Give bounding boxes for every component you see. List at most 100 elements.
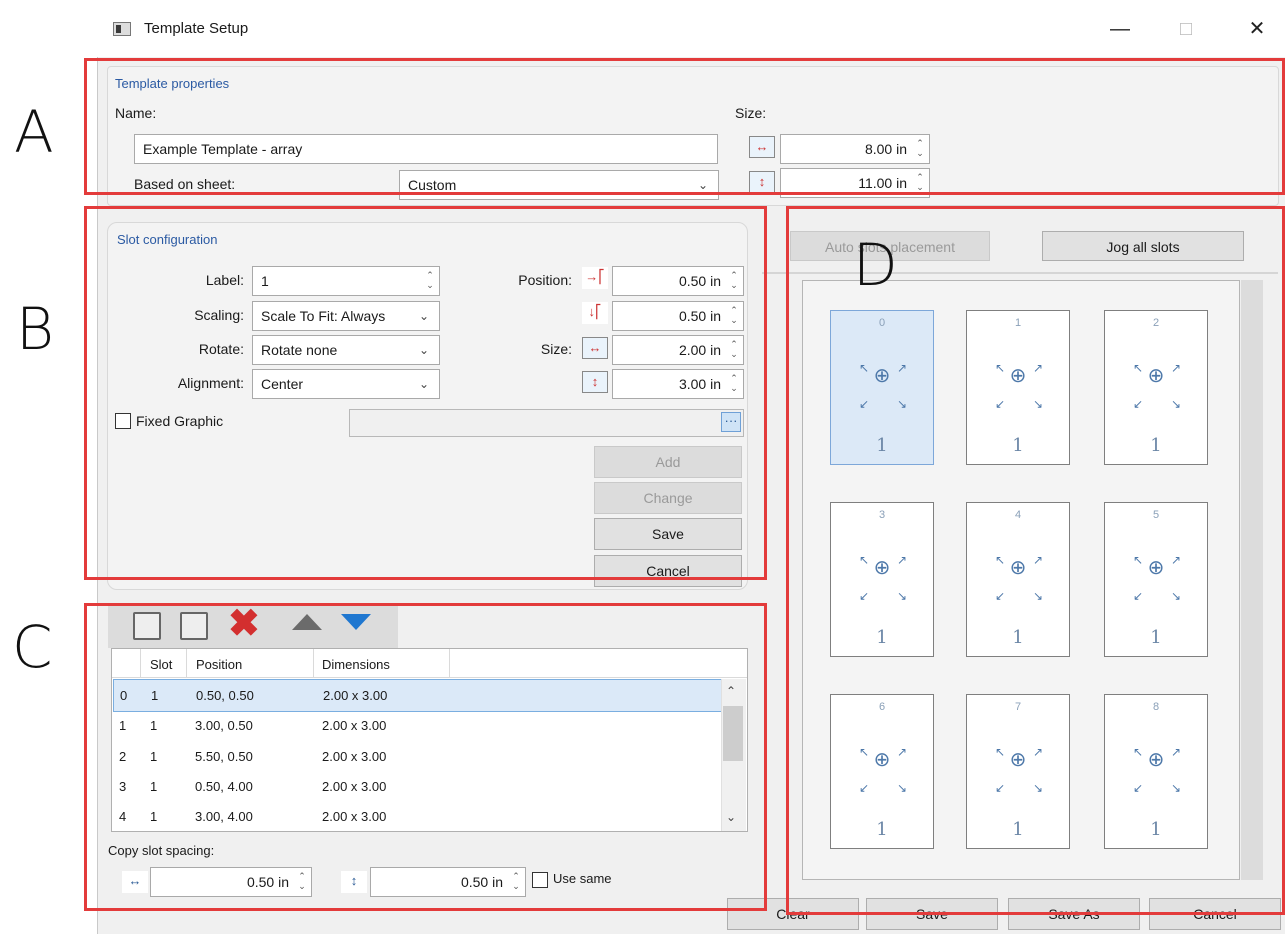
- template-width-input[interactable]: 8.00 in ⌃ ⌄: [780, 134, 930, 164]
- scrollbar-thumb[interactable]: [723, 706, 743, 761]
- position-x-input[interactable]: 0.50 in ⌃ ⌄: [612, 266, 744, 296]
- save-slot-button[interactable]: Save: [594, 518, 742, 550]
- table-row[interactable]: 1 1 3.00, 0.50 2.00 x 3.00: [113, 710, 720, 741]
- slot-card[interactable]: 7 ↖ ↗ ↙ ↘ ⊕ 1: [966, 694, 1070, 849]
- arrow-icon: ↙: [995, 781, 1006, 795]
- scroll-up-icon[interactable]: ⌃: [726, 684, 736, 698]
- annotation-letter-a: A: [14, 98, 54, 166]
- delete-slot-icon[interactable]: ✖: [228, 604, 260, 644]
- copy-slot-icon[interactable]: [180, 612, 208, 640]
- insert-slot-icon[interactable]: [133, 612, 161, 640]
- preview-scrollbar[interactable]: [1241, 280, 1263, 880]
- position-label: Position:: [518, 272, 572, 288]
- browse-button[interactable]: ···: [721, 412, 741, 432]
- arrow-icon: ↘: [1171, 781, 1182, 795]
- row-position: 5.50, 0.50: [195, 749, 253, 764]
- spinner-icon[interactable]: ⌃ ⌄: [297, 871, 307, 891]
- spinner-icon[interactable]: ⌃ ⌄: [729, 270, 739, 290]
- crosshair-icon: ⊕: [873, 365, 891, 387]
- spinner-icon[interactable]: ⌃ ⌄: [511, 871, 521, 891]
- crosshair-icon: ⊕: [1009, 365, 1027, 387]
- slot-width-input[interactable]: 2.00 in ⌃ ⌄: [612, 335, 744, 365]
- scaling-dropdown[interactable]: Scale To Fit: Always ⌄: [252, 301, 440, 331]
- slot-label: 1: [876, 819, 888, 840]
- spinner-icon[interactable]: ⌃ ⌄: [425, 270, 435, 290]
- save-template-button[interactable]: Save: [866, 898, 998, 930]
- table-row[interactable]: 4 1 3.00, 4.00 2.00 x 3.00: [113, 801, 720, 832]
- slot-height-input[interactable]: 3.00 in ⌃ ⌄: [612, 369, 744, 399]
- chevron-down-icon: ⌄: [418, 377, 429, 391]
- save-as-button[interactable]: Save As: [1008, 898, 1140, 930]
- spinner-icon[interactable]: ⌃ ⌄: [915, 172, 925, 192]
- row-position: 3.00, 0.50: [195, 718, 253, 733]
- fixed-graphic-path-input[interactable]: [349, 409, 744, 437]
- annotation-letter-b: B: [16, 295, 54, 363]
- rotate-dropdown[interactable]: Rotate none ⌄: [252, 335, 440, 365]
- use-same-checkbox[interactable]: [532, 872, 548, 888]
- column-header-slot[interactable]: Slot: [150, 657, 172, 672]
- table-row[interactable]: 3 1 0.50, 4.00 2.00 x 3.00: [113, 771, 720, 802]
- slot-card[interactable]: 0 ↖ ↗ ↙ ↘ ⊕ 1: [830, 310, 934, 465]
- fixed-graphic-label: Fixed Graphic: [136, 413, 224, 429]
- horizontal-spacing-input[interactable]: 0.50 in ⌃ ⌄: [150, 867, 312, 897]
- slot-card[interactable]: 2 ↖ ↗ ↙ ↘ ⊕ 1: [1104, 310, 1208, 465]
- slot-card[interactable]: 6 ↖ ↗ ↙ ↘ ⊕ 1: [830, 694, 934, 849]
- width-icon: ↔: [749, 136, 775, 158]
- scroll-down-icon[interactable]: ⌄: [726, 810, 736, 824]
- row-dimensions: 2.00 x 3.00: [323, 688, 388, 703]
- slot-index: 3: [878, 509, 886, 521]
- slot-index: 6: [878, 701, 886, 713]
- slot-card[interactable]: 3 ↖ ↗ ↙ ↘ ⊕ 1: [830, 502, 934, 657]
- rotate-value: Rotate none: [261, 342, 338, 358]
- row-slot: 1: [150, 749, 158, 764]
- row-position: 3.00, 4.00: [195, 809, 253, 824]
- alignment-value: Center: [261, 376, 304, 392]
- change-slot-button[interactable]: Change: [594, 482, 742, 514]
- label-input[interactable]: 1 ⌃ ⌄: [252, 266, 440, 296]
- cancel-slot-button[interactable]: Cancel: [594, 555, 742, 587]
- slot-card[interactable]: 1 ↖ ↗ ↙ ↘ ⊕ 1: [966, 310, 1070, 465]
- annotation-letter-d: D: [853, 231, 898, 299]
- based-on-sheet-dropdown[interactable]: Custom ⌄: [399, 170, 719, 200]
- slot-label: 1: [1150, 819, 1162, 840]
- slot-index: 0: [878, 317, 886, 329]
- vertical-spacing-icon: ↕: [341, 871, 367, 893]
- add-slot-button[interactable]: Add: [594, 446, 742, 478]
- position-y-input[interactable]: 0.50 in ⌃ ⌄: [612, 301, 744, 331]
- minimize-button[interactable]: —: [1100, 14, 1140, 44]
- jog-all-slots-button[interactable]: Jog all slots: [1042, 231, 1244, 261]
- move-up-icon[interactable]: [292, 614, 322, 630]
- column-header-position[interactable]: Position: [196, 657, 242, 672]
- name-input[interactable]: Example Template - array: [134, 134, 718, 164]
- column-header-dimensions[interactable]: Dimensions: [322, 657, 390, 672]
- table-row[interactable]: 0 1 0.50, 0.50 2.00 x 3.00: [113, 679, 722, 712]
- spinner-icon[interactable]: ⌃ ⌄: [729, 339, 739, 359]
- row-slot: 1: [150, 779, 158, 794]
- arrow-icon: ↘: [1033, 589, 1044, 603]
- table-row[interactable]: 2 1 5.50, 0.50 2.00 x 3.00: [113, 741, 720, 772]
- template-height-value: 11.00 in: [858, 175, 907, 191]
- vertical-spacing-input[interactable]: 0.50 in ⌃ ⌄: [370, 867, 526, 897]
- alignment-dropdown[interactable]: Center ⌄: [252, 369, 440, 399]
- slot-card[interactable]: 8 ↖ ↗ ↙ ↘ ⊕ 1: [1104, 694, 1208, 849]
- slot-index: 4: [1014, 509, 1022, 521]
- maximize-button[interactable]: □: [1166, 14, 1206, 44]
- name-label: Name:: [115, 105, 157, 121]
- arrow-icon: ↙: [995, 589, 1006, 603]
- position-y-value: 0.50 in: [678, 308, 721, 324]
- alignment-label: Alignment:: [177, 375, 244, 391]
- position-x-value: 0.50 in: [678, 273, 721, 289]
- close-button[interactable]: ✕: [1237, 14, 1277, 44]
- spinner-icon[interactable]: ⌃ ⌄: [729, 305, 739, 325]
- clear-button[interactable]: Clear: [727, 898, 859, 930]
- slot-card[interactable]: 5 ↖ ↗ ↙ ↘ ⊕ 1: [1104, 502, 1208, 657]
- arrow-icon: ↙: [1133, 589, 1144, 603]
- spinner-icon[interactable]: ⌃ ⌄: [915, 138, 925, 158]
- row-slot: 1: [150, 718, 158, 733]
- fixed-graphic-checkbox[interactable]: [115, 413, 131, 429]
- move-down-icon[interactable]: [341, 614, 371, 630]
- slot-card[interactable]: 4 ↖ ↗ ↙ ↘ ⊕ 1: [966, 502, 1070, 657]
- spinner-icon[interactable]: ⌃ ⌄: [729, 373, 739, 393]
- cancel-template-button[interactable]: Cancel: [1149, 898, 1281, 930]
- template-height-input[interactable]: 11.00 in ⌃ ⌄: [780, 168, 930, 198]
